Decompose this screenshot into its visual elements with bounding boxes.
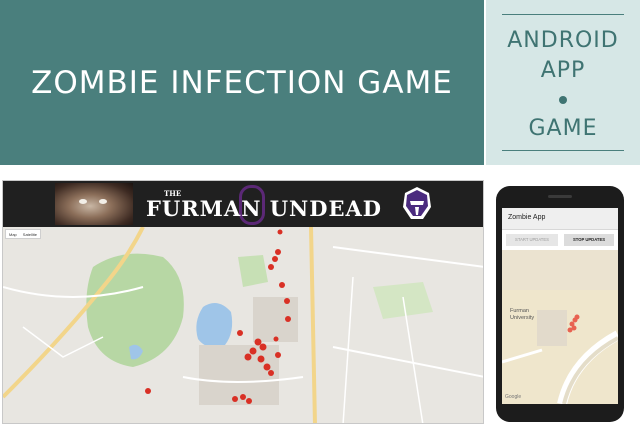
page-title: ZOMBIE INFECTION GAME	[31, 64, 453, 101]
app-bar: Zombie App	[502, 208, 618, 230]
top-divider	[502, 14, 624, 15]
zombie-face-image	[55, 183, 133, 225]
stop-updates-button[interactable]: STOP UPDATES	[564, 234, 614, 246]
website-header: THE FURMAN UNDEAD	[3, 181, 483, 227]
side-label-android: ANDROID	[507, 28, 619, 53]
map-label-furman-university: Furman University	[510, 308, 535, 321]
phone-speaker	[548, 195, 572, 198]
phone-screen: Zombie App START UPDATES STOP UPDATES Fu…	[502, 208, 618, 404]
map-type-map[interactable]: Map	[6, 230, 20, 238]
title-panel: ZOMBIE INFECTION GAME	[0, 0, 484, 165]
bottom-divider	[502, 150, 624, 151]
start-updates-button[interactable]: START UPDATES	[506, 234, 558, 246]
app-title: Zombie App	[508, 214, 546, 221]
google-logo: Google	[505, 394, 522, 400]
bullet-dot	[559, 96, 567, 104]
paladin-mascot-icon	[403, 187, 431, 219]
map-graphics	[3, 227, 483, 423]
android-phone: Zombie App START UPDATES STOP UPDATES Fu…	[496, 186, 624, 422]
website-screenshot: THE FURMAN UNDEAD Map Satellite	[2, 180, 484, 424]
phone-map-graphics	[502, 250, 618, 404]
campus-map[interactable]: Map Satellite	[3, 227, 483, 423]
zombie-eye-left	[79, 199, 87, 204]
side-label-game: GAME	[528, 116, 598, 141]
map-type-satellite[interactable]: Satellite	[20, 230, 40, 238]
zombie-eye-right	[99, 199, 107, 204]
header-title: FURMAN UNDEAD	[146, 196, 382, 221]
map-type-control[interactable]: Map Satellite	[5, 229, 42, 239]
side-label-app: APP	[540, 58, 586, 83]
side-panel: ANDROID APP GAME	[486, 0, 640, 165]
phone-map[interactable]: Furman University Google	[502, 250, 618, 404]
